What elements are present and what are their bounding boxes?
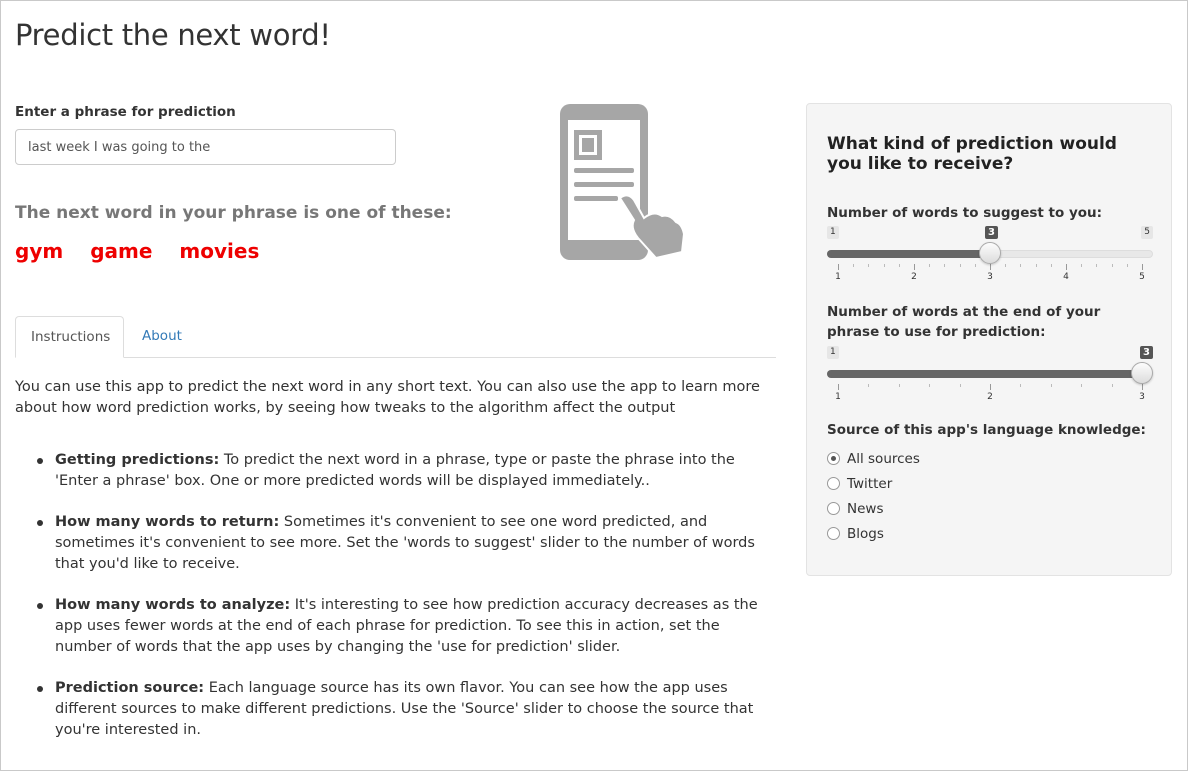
tab-about[interactable]: About: [127, 316, 197, 358]
slider-minor-tick: [959, 264, 961, 267]
phone-touch-icon: [560, 104, 686, 260]
list-item-title: Getting predictions:: [55, 452, 220, 468]
slider-tick: [990, 384, 991, 390]
slider-value-label: 3: [985, 226, 998, 239]
source-label: Source of this app's language knowledge:: [827, 422, 1146, 438]
slider-minor-tick: [883, 264, 885, 267]
slider-minor-tick: [1096, 264, 1098, 267]
source-option[interactable]: News: [827, 496, 920, 521]
slider-minor-tick: [1081, 264, 1083, 267]
list-item-title: How many words to analyze:: [55, 597, 291, 613]
slider-tick-label: 3: [987, 272, 993, 282]
slider-minor-tick: [1005, 264, 1007, 267]
list-item: How many words to return: Sometimes it's…: [37, 512, 780, 575]
slider-tick-label: 1: [835, 392, 841, 402]
slider-tick: [914, 264, 915, 270]
slider-tick-label: 3: [1139, 392, 1145, 402]
slider-minor-tick: [944, 264, 946, 267]
list-item-title: Prediction source:: [55, 680, 205, 696]
prediction-list: gym game movies: [15, 239, 259, 263]
phrase-input[interactable]: [15, 129, 396, 165]
slider-tick: [838, 264, 839, 270]
source-radio-group: All sources Twitter News Blogs: [827, 446, 920, 546]
slider-minor-tick: [868, 264, 870, 267]
slider-tick-label: 1: [835, 272, 841, 282]
slider-tick-label: 4: [1063, 272, 1069, 282]
slider-tick: [1066, 264, 1067, 270]
list-item: Prediction source: Each language source …: [37, 678, 780, 741]
list-item: How many words to analyze: It's interest…: [37, 595, 780, 658]
page-title: Predict the next word!: [15, 18, 331, 52]
slider-value-label: 3: [1140, 346, 1153, 359]
slider-max-label: 5: [1141, 226, 1153, 239]
source-option-label: Twitter: [847, 475, 893, 492]
slider-minor-tick: [1126, 264, 1128, 267]
slider-minor-tick: [929, 264, 931, 267]
slider-minor-tick: [1035, 264, 1037, 267]
prediction-word: movies: [179, 239, 260, 263]
slider-minor-tick: [929, 384, 931, 387]
slider-fill: [827, 250, 990, 258]
prediction-word: game: [90, 239, 153, 263]
panel-title: What kind of prediction would you like t…: [827, 134, 1117, 174]
slider-minor-tick: [898, 264, 900, 267]
slider-tick: [838, 384, 839, 390]
tab-bar: Instructions About: [15, 316, 776, 358]
slider-minor-tick: [1020, 384, 1022, 387]
instructions-list: Getting predictions: To predict the next…: [15, 450, 780, 761]
slider-minor-tick: [1111, 264, 1113, 267]
radio-button[interactable]: [827, 452, 840, 465]
tab-instructions[interactable]: Instructions: [15, 316, 124, 358]
slider-minor-tick: [868, 384, 870, 387]
source-option-label: Blogs: [847, 525, 884, 542]
slider-tick: [1142, 384, 1143, 390]
source-option[interactable]: Twitter: [827, 471, 920, 496]
phrase-label: Enter a phrase for prediction: [15, 104, 236, 120]
phrase-words-slider[interactable]: 1 3 1 2 3: [827, 346, 1153, 406]
list-item: Getting predictions: To predict the next…: [37, 450, 780, 492]
suggest-count-slider[interactable]: 1 5 3 1 2 3 4 5: [827, 226, 1153, 286]
slider-minor-tick: [1050, 264, 1052, 267]
radio-button[interactable]: [827, 502, 840, 515]
slider-tick: [1142, 264, 1143, 270]
slider-minor-tick: [1111, 384, 1113, 387]
source-option-label: All sources: [847, 450, 920, 467]
slider-minor-tick: [853, 264, 855, 267]
slider-tick-label: 2: [911, 272, 917, 282]
prediction-heading: The next word in your phrase is one of t…: [15, 203, 452, 223]
prediction-word: gym: [15, 239, 64, 263]
slider-tick-label: 5: [1139, 272, 1145, 282]
slider-tick: [990, 264, 991, 270]
slider-minor-tick: [1081, 384, 1083, 387]
slider-minor-tick: [1050, 384, 1052, 387]
radio-button[interactable]: [827, 527, 840, 540]
slider-tick-label: 2: [987, 392, 993, 402]
slider-handle[interactable]: [979, 242, 1001, 264]
suggest-slider-label: Number of words to suggest to you:: [827, 205, 1103, 221]
slider-minor-tick: [1020, 264, 1022, 267]
list-item-title: How many words to return:: [55, 514, 280, 530]
slider-minor-tick: [959, 384, 961, 387]
phrase-words-slider-label: Number of words at the end of your phras…: [827, 304, 1101, 340]
source-option[interactable]: Blogs: [827, 521, 920, 546]
slider-minor-tick: [974, 264, 976, 267]
slider-min-label: 1: [827, 346, 839, 359]
slider-minor-tick: [898, 384, 900, 387]
slider-handle[interactable]: [1131, 362, 1153, 384]
radio-button[interactable]: [827, 477, 840, 490]
instructions-intro: You can use this app to predict the next…: [15, 379, 760, 416]
slider-min-label: 1: [827, 226, 839, 239]
slider-fill: [827, 370, 1142, 378]
settings-panel: What kind of prediction would you like t…: [806, 103, 1172, 576]
source-option[interactable]: All sources: [827, 446, 920, 471]
source-option-label: News: [847, 500, 884, 517]
